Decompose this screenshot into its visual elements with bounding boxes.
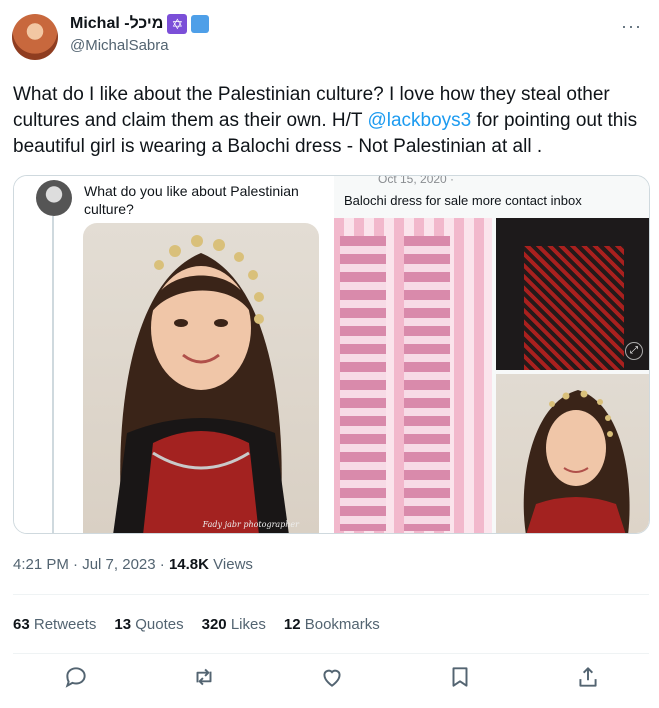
mention-link[interactable]: @lackboys3 [367,110,471,131]
star-of-david-icon: ✡ [167,14,188,34]
bookmarks-stat[interactable]: 12 Bookmarks [284,616,380,633]
quoted-post-text: What do you like about Palestinian cultu… [84,183,299,217]
like-icon [323,669,341,687]
views-count: 14.8K [168,556,209,573]
tweet-text: What do I like about the Palestinian cul… [13,82,643,160]
bookmarks-label: Bookmarks [304,616,380,633]
tweet-meta: 4:21 PM · Jul 7, 2023 · 14.8K Views [13,556,253,573]
girl-illustration-small [523,390,630,533]
divider [13,594,649,595]
reply-icon [65,667,86,688]
retweets-label: Retweets [33,616,97,633]
quotes-label: Quotes [135,616,184,633]
bookmarks-count: 12 [283,616,301,633]
bookmark-button[interactable] [447,664,477,694]
mirror-embroidery [340,236,386,531]
share-icon [579,667,597,687]
girl-photo-small[interactable] [496,374,649,533]
post-caption: Balochi dress for sale more contact inbo… [344,193,582,208]
girl-illustration [113,235,289,533]
avatar[interactable] [12,14,58,60]
likes-stat[interactable]: 320 Likes [202,616,266,633]
quoted-post-screenshot[interactable]: What do you like about Palestinian cultu… [14,176,334,533]
author-name-row[interactable]: Michal -מיכל ✡ [70,14,210,34]
tweet-time[interactable]: 4:21 PM [13,556,69,573]
likes-count: 320 [201,616,227,633]
reply-button[interactable] [63,664,93,694]
meta-separator: · [155,556,169,573]
black-embroidered-dress-photo[interactable]: ⤢ [496,218,649,370]
more-options-icon[interactable]: ··· [621,16,642,37]
views-label: Views [213,556,253,573]
engagement-stats: 63 Retweets 13 Quotes 320 Likes 12 Bookm… [13,616,380,633]
likes-label: Likes [230,616,266,633]
tweet-header: Michal -מיכל ✡ @MichalSabra ··· [12,12,648,62]
meta-separator: · [68,556,83,573]
balochi-dress-post[interactable]: Oct 15, 2020 · Balochi dress for sale mo… [334,175,649,533]
retweets-stat[interactable]: 63 Retweets [13,616,96,633]
mirror-embroidery [404,236,450,531]
share-button[interactable] [575,664,605,694]
photo-credit: Fady jabr photographer [202,520,299,529]
quotes-count: 13 [114,616,132,633]
quoted-avatar [36,180,72,216]
thread-line [52,216,54,533]
action-bar [13,664,649,694]
author-name[interactable]: Michal -מיכל [70,15,163,33]
author-handle[interactable]: @MichalSabra [70,37,169,54]
retweet-button[interactable] [191,664,221,694]
post-date: Oct 15, 2020 · [378,175,455,186]
expand-icon[interactable]: ⤢ [625,342,643,360]
tweet-date[interactable]: Jul 7, 2023 [82,556,155,573]
tweet-media[interactable]: What do you like about Palestinian cultu… [13,175,650,534]
bookmark-icon [452,667,468,687]
quotes-stat[interactable]: 13 Quotes [114,616,183,633]
retweets-count: 63 [13,616,30,633]
pink-balochi-dress-photo[interactable] [334,218,492,533]
girl-photo[interactable]: Fady jabr photographer [83,223,319,533]
divider [13,653,649,654]
like-button[interactable] [319,664,349,694]
red-embroidery [524,246,624,370]
verified-icon [191,15,210,33]
retweet-icon [196,668,212,686]
